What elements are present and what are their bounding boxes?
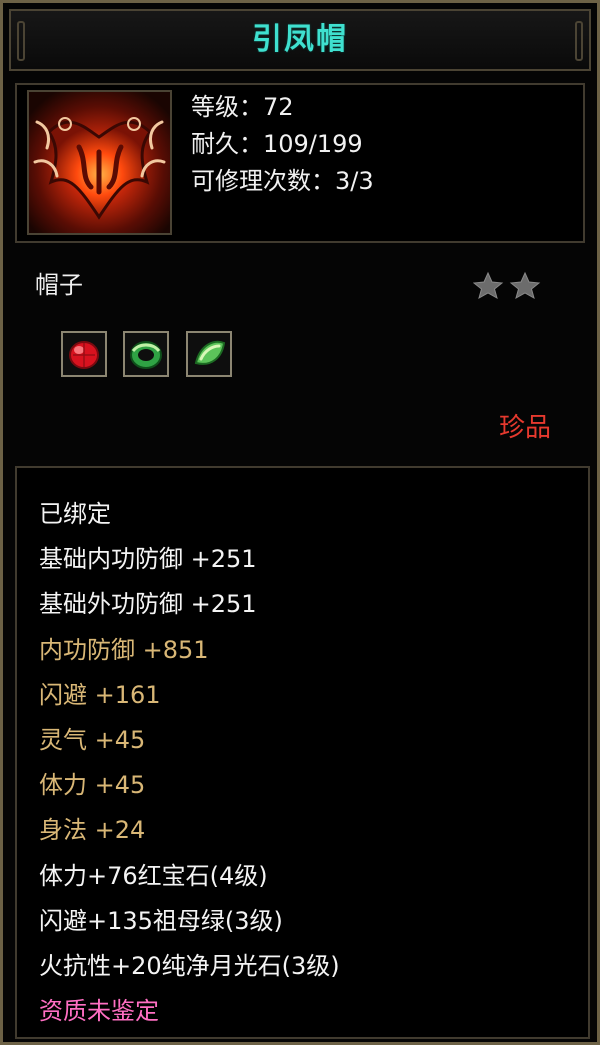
title-bar: 引凤帽: [9, 9, 591, 71]
item-level: 等级：72: [191, 93, 294, 121]
attribute-list: 已绑定 基础内功防御 +251 基础外功防御 +251 内功防御 +851 闪避…: [39, 492, 340, 1034]
emerald-gem-icon: [130, 341, 162, 369]
star-icon: [472, 271, 504, 300]
aptitude-unidentified: 资质未鉴定: [39, 997, 159, 1026]
attribute-dodge: 闪避 +161: [39, 680, 161, 709]
gem-bonus-moonstone: 火抗性+20纯净月光石(3级): [39, 952, 340, 981]
gem-bonus-ruby: 体力+76红宝石(4级): [39, 861, 268, 890]
phoenix-hat-icon: [27, 90, 172, 235]
gem-bonus-emerald: 闪避+135祖母绿(3级): [39, 906, 283, 935]
item-category: 帽子: [35, 271, 83, 299]
item-durability: 耐久：109/199: [191, 130, 363, 158]
rarity-label: 珍品: [498, 413, 551, 443]
item-repair-count: 可修理次数：3/3: [191, 167, 374, 195]
gem-slot-moonstone[interactable]: [186, 331, 232, 377]
attribute-spirit: 灵气 +45: [39, 726, 146, 755]
gem-slot-emerald[interactable]: [123, 331, 169, 377]
ruby-gem-icon: [69, 341, 99, 369]
attribute-stamina: 体力 +45: [39, 771, 146, 800]
item-tooltip: 引凤帽 等级：72 耐久：109/199 可修理次数：3/3 帽子 珍品 已绑定…: [0, 0, 600, 1045]
moonstone-gem-icon: [194, 340, 226, 365]
star-rating: [472, 267, 545, 307]
item-header-panel: 等级：72 耐久：109/199 可修理次数：3/3: [15, 83, 585, 243]
item-name: 引凤帽: [252, 22, 348, 57]
bound-status: 已绑定: [39, 500, 111, 528]
attributes-panel: 已绑定 基础内功防御 +251 基础外功防御 +251 内功防御 +851 闪避…: [15, 466, 590, 1039]
star-icon: [509, 271, 541, 300]
attribute-agility: 身法 +24: [39, 816, 146, 845]
attribute-base-outer-defense: 基础外功防御 +251: [39, 590, 257, 619]
attribute-inner-defense: 内功防御 +851: [39, 635, 209, 664]
gem-slot-ruby[interactable]: [61, 331, 107, 377]
attribute-base-inner-defense: 基础内功防御 +251: [39, 545, 257, 574]
item-basic-stats: 等级：72 耐久：109/199 可修理次数：3/3: [191, 89, 374, 200]
